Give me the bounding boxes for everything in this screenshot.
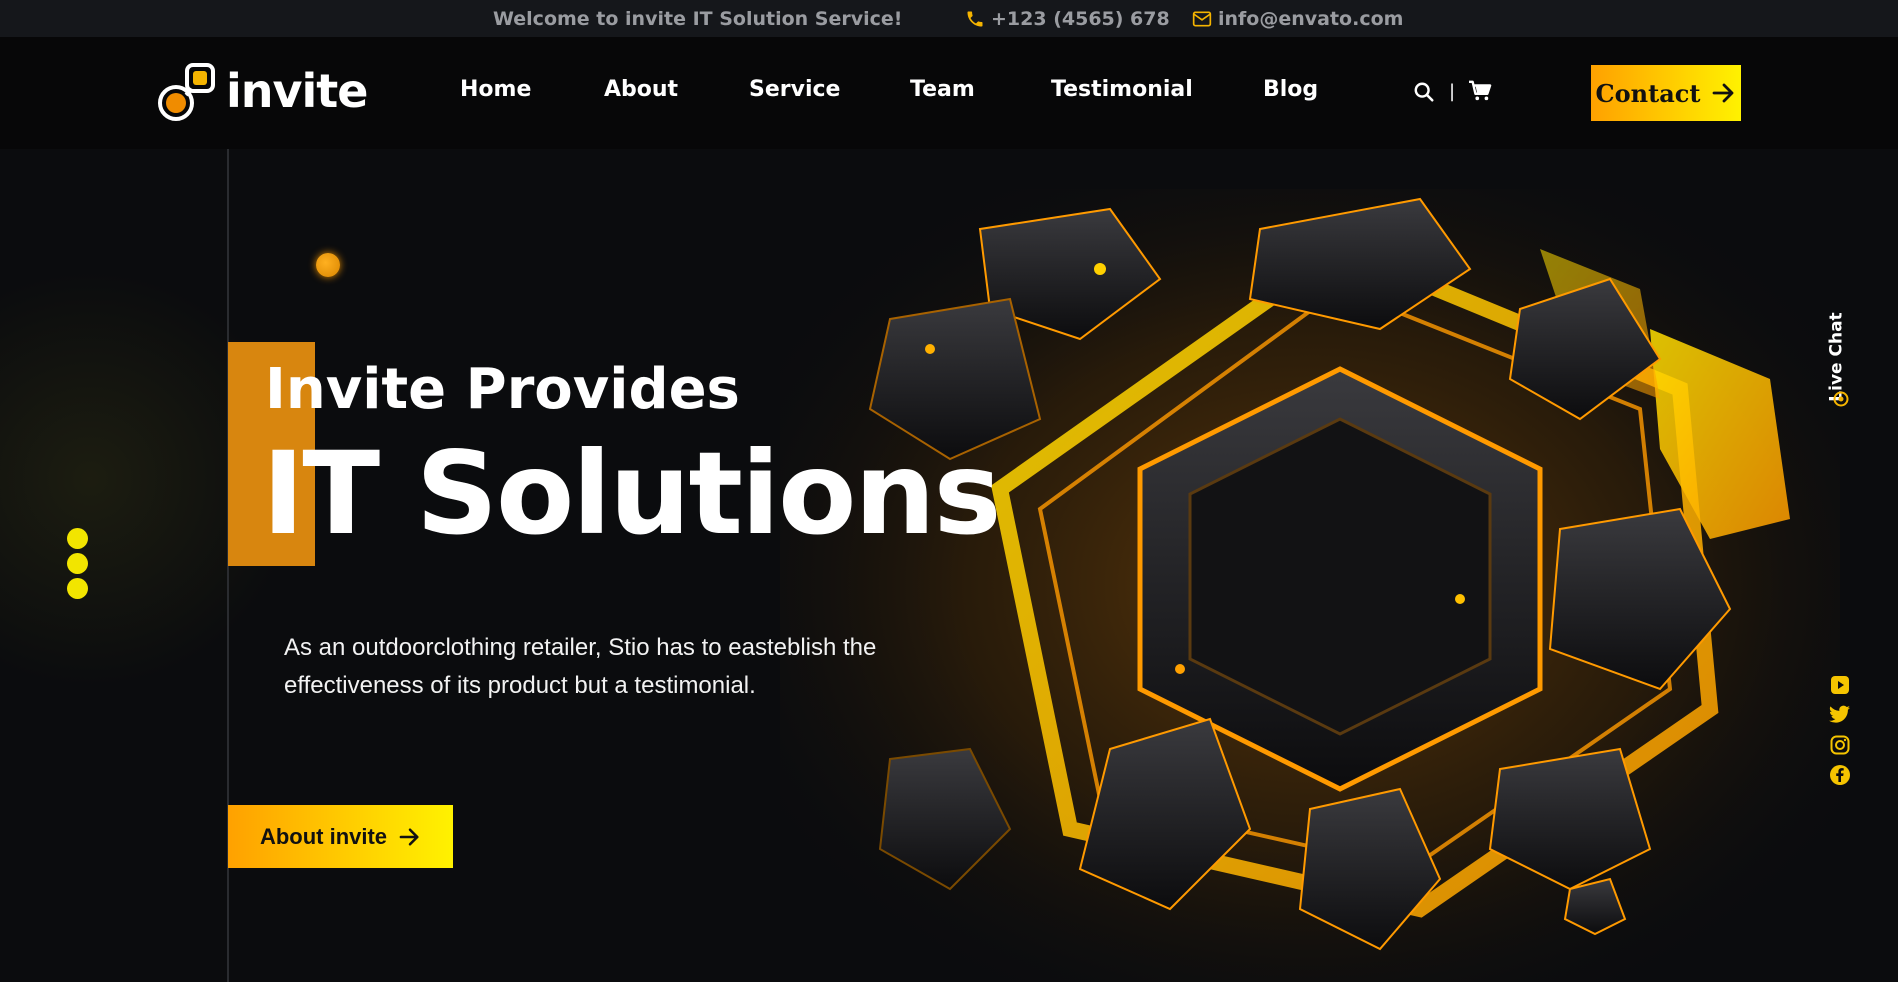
phone-icon [967,11,983,26]
nav-item-service[interactable]: Service [749,77,840,102]
brand-logo[interactable]: invite [156,59,368,123]
chat-icon [1833,391,1849,407]
nav-item-testimonial[interactable]: Testimonial [1051,77,1193,102]
arrow-right-icon [1713,83,1734,103]
email-contact[interactable]: info@envato.com [1192,8,1403,30]
twitter-icon[interactable] [1829,704,1851,726]
slider-dot[interactable] [67,528,88,549]
top-bar: Welcome to invite IT Solution Service! +… [0,0,1898,37]
phone-number: +123 (4565) 678 [991,7,1170,30]
arrow-right-icon [399,827,419,846]
slider-dot[interactable] [67,578,88,599]
hero-title: IT Solutions [262,427,1001,560]
envelope-icon [1192,11,1212,26]
nav-item-home[interactable]: Home [460,77,531,102]
hero-description: As an outdoorclothing retailer, Stio has… [284,634,877,699]
nav-divider: | [1449,81,1456,102]
hero-subtitle: Invite Provides [265,357,740,422]
about-invite-button[interactable]: About invite [228,805,453,868]
facebook-icon[interactable] [1829,764,1851,786]
social-links [1829,674,1851,786]
slider-dots[interactable] [67,528,88,603]
instagram-icon[interactable] [1829,734,1851,756]
youtube-icon[interactable] [1829,674,1851,696]
welcome-text: Welcome to invite IT Solution Service! [493,7,903,30]
search-icon[interactable] [1413,81,1435,107]
nav-item-team[interactable]: Team [910,77,975,102]
cart-icon[interactable] [1468,80,1492,106]
decorative-orange-dot [316,253,340,277]
hero-section: Invite Provides IT Solutions As an outdo… [0,149,1898,982]
nav-item-blog[interactable]: Blog [1263,77,1318,102]
hero-artwork [780,189,1840,982]
about-button-label: About invite [259,823,388,849]
live-chat-button[interactable]: Live Chat [1826,289,1856,409]
brand-name: invite [226,64,368,118]
slider-dot[interactable] [67,553,88,574]
main-header: invite Home About Service Team Testimoni… [0,37,1898,149]
nav-item-about[interactable]: About [604,77,678,102]
live-chat-label: Live Chat [1826,312,1847,402]
contact-button[interactable]: Contact [1591,65,1741,121]
phone-contact[interactable]: +123 (4565) 678 [965,8,1170,30]
logo-mark-icon [156,59,220,123]
contact-button-label: Contact [1595,78,1701,108]
email-address: info@envato.com [1218,7,1404,30]
